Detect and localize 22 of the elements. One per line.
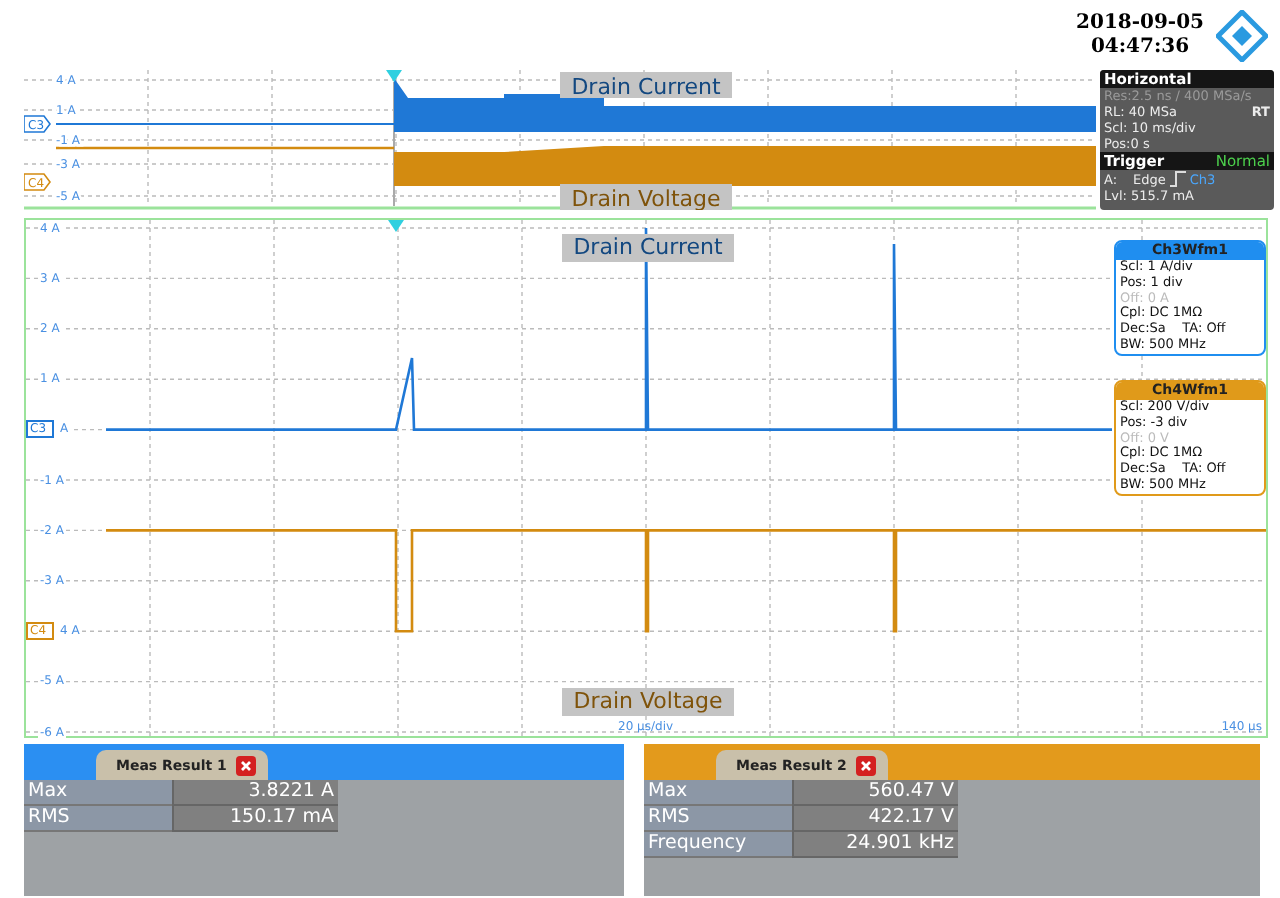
trigger-marker-icon [388,220,404,232]
measurement-label: RMS [644,806,792,832]
channel-name-label: Drain Current [562,234,734,262]
measurement-value: 422.17 V [792,806,958,832]
time-text: 04:47:36 [1090,35,1190,59]
measurement-label: RMS [24,806,172,832]
measurement-value: 24.901 kHz [792,832,958,858]
measurement-value: 560.47 V [792,780,958,806]
close-icon[interactable] [856,755,877,775]
rising-edge-icon [1169,170,1186,188]
measurement-value: 150.17 mA [172,806,338,832]
measurement-value: 3.8221 A [172,780,338,806]
close-icon[interactable] [236,755,257,775]
measurement-label: Max [644,780,792,806]
measurement-label: Max [24,780,172,806]
diamond-logo-icon [1216,9,1268,61]
measurement-label: Frequency [644,832,792,858]
channel-name-label: Drain Current [560,72,732,100]
channel-name-label: Drain Voltage [560,184,732,210]
trigger-marker-icon [386,70,402,82]
channel-name-label: Drain Voltage [562,688,734,716]
date-text: 2018-09-05 [1076,11,1204,35]
